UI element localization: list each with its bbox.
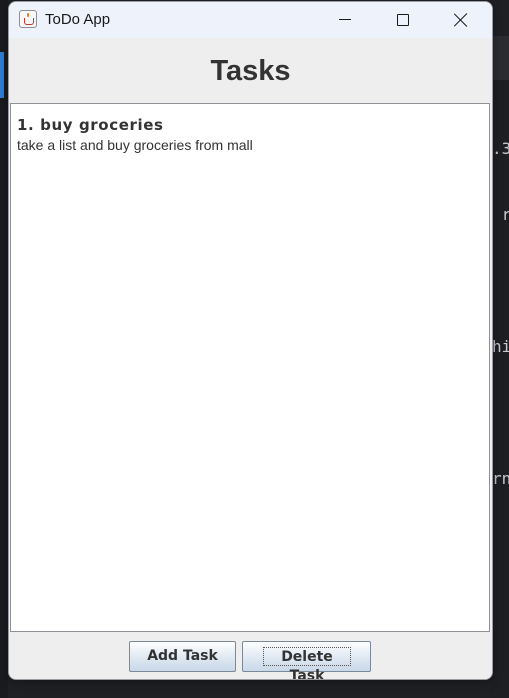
background-editor-edge: [0, 0, 8, 698]
window-title: ToDo App: [45, 11, 111, 28]
task-description: take a list and buy groceries from mall: [17, 137, 253, 153]
delete-task-button[interactable]: Delete Task: [242, 641, 371, 679]
task-title: 1. buy groceries: [17, 116, 164, 134]
maximize-icon: [397, 14, 409, 26]
background-code-text: .3 r hi rn: [492, 94, 509, 534]
maximize-button[interactable]: [379, 2, 425, 38]
code-line: .3: [492, 139, 509, 158]
close-icon: [454, 13, 468, 27]
minimize-icon: [339, 19, 351, 20]
java-app-icon[interactable]: [19, 10, 37, 28]
todo-app-window: ToDo App Tasks 1. buy groceries take a l…: [8, 1, 493, 680]
page-title: Tasks: [210, 55, 291, 87]
task-list[interactable]: 1. buy groceries take a list and buy gro…: [10, 103, 490, 632]
window-titlebar[interactable]: ToDo App: [9, 2, 492, 38]
action-bar: Add Task Delete Task: [9, 632, 492, 679]
code-line: r: [501, 205, 509, 224]
minimize-button[interactable]: [322, 2, 368, 38]
close-button[interactable]: [438, 2, 484, 38]
code-line: hi: [492, 337, 509, 356]
list-item[interactable]: 1. buy groceries take a list and buy gro…: [17, 116, 477, 153]
code-line: rn: [492, 469, 509, 488]
background-active-indicator: [0, 52, 4, 98]
steam-icon-part: [27, 13, 29, 17]
delete-task-label: Delete Task: [263, 647, 351, 679]
cup-icon-part: [24, 18, 34, 25]
add-task-button[interactable]: Add Task: [129, 641, 236, 672]
